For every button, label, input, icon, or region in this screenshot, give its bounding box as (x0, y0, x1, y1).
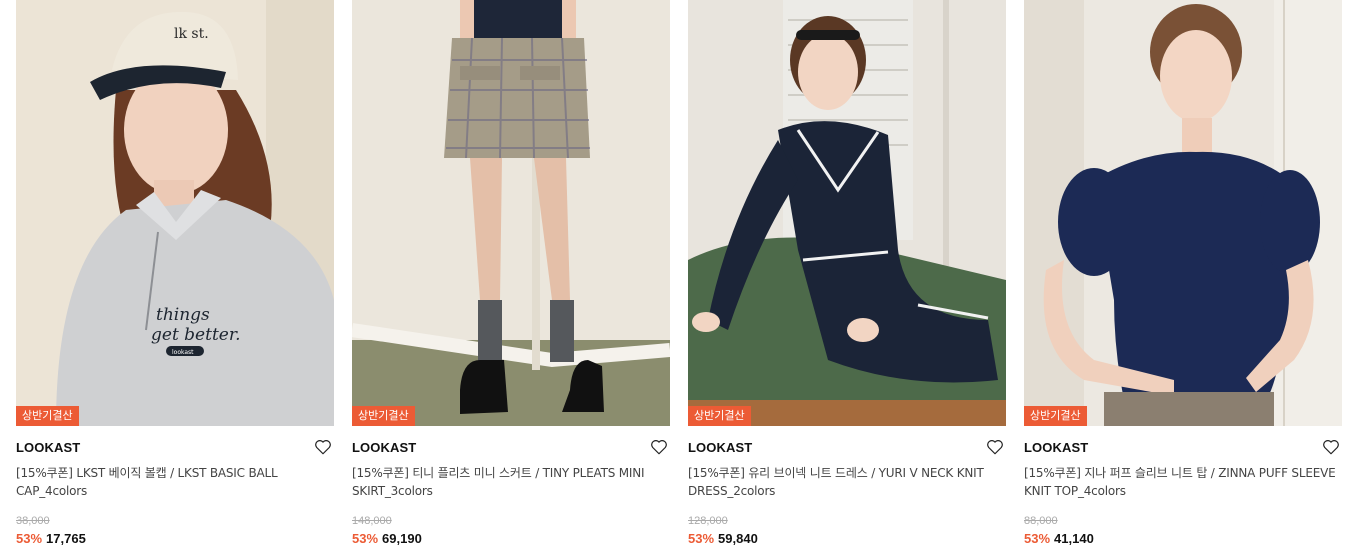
product-card[interactable]: 상반기결산 LOOKAST [15%쿠폰] 티니 플리츠 미니 스커트 / TI… (352, 0, 670, 549)
cap-logo: lk st. (174, 26, 209, 42)
price-row: 53% 41,140 (1024, 531, 1342, 547)
product-info: LOOKAST [15%쿠폰] 티니 플리츠 미니 스커트 / TINY PLE… (352, 426, 670, 547)
sale-price: 17,765 (46, 531, 86, 546)
sale-badge: 상반기결산 (352, 406, 415, 426)
shirt-print-line2: get better. (151, 325, 241, 345)
product-image[interactable]: 상반기결산 (1024, 0, 1342, 426)
product-grid: lk st. things get better. lookast 상반기결산 … (0, 0, 1347, 549)
shirt-patch-text: lookast (172, 349, 194, 356)
product-photo-knit-dress (688, 0, 1006, 426)
original-price: 88,000 (1024, 515, 1058, 527)
brand-name[interactable]: LOOKAST (688, 440, 1006, 456)
price-row: 53% 69,190 (352, 531, 670, 547)
original-price: 128,000 (688, 515, 728, 527)
product-info: LOOKAST [15%쿠폰] 지나 퍼프 슬리브 니트 탑 / ZINNA P… (1024, 426, 1342, 547)
product-info: LOOKAST [15%쿠폰] LKST 베이직 볼캡 / LKST BASIC… (16, 426, 334, 547)
price-row: 53% 17,765 (16, 531, 334, 547)
original-price: 38,000 (16, 515, 50, 527)
product-name[interactable]: [15%쿠폰] LKST 베이직 볼캡 / LKST BASIC BALL CA… (16, 464, 334, 500)
brand-name[interactable]: LOOKAST (16, 440, 334, 456)
product-image[interactable]: 상반기결산 (352, 0, 670, 426)
product-photo-plaid-skirt (352, 0, 670, 426)
heart-icon[interactable] (1322, 438, 1340, 456)
product-name[interactable]: [15%쿠폰] 지나 퍼프 슬리브 니트 탑 / ZINNA PUFF SLEE… (1024, 464, 1342, 500)
discount-rate: 53% (352, 531, 379, 546)
product-photo-puff-knit-top (1024, 0, 1342, 426)
product-image[interactable]: 상반기결산 (688, 0, 1006, 426)
product-info: LOOKAST [15%쿠폰] 유리 브이넥 니트 드레스 / YURI V N… (688, 426, 1006, 547)
sale-price: 59,840 (718, 531, 758, 546)
heart-icon[interactable] (650, 438, 668, 456)
product-card[interactable]: 상반기결산 LOOKAST [15%쿠폰] 유리 브이넥 니트 드레스 / YU… (688, 0, 1006, 549)
sale-price: 41,140 (1054, 531, 1094, 546)
price-row: 53% 59,840 (688, 531, 1006, 547)
discount-rate: 53% (1024, 531, 1051, 546)
discount-rate: 53% (688, 531, 715, 546)
original-price: 148,000 (352, 515, 392, 527)
sale-badge: 상반기결산 (688, 406, 751, 426)
sale-price: 69,190 (382, 531, 422, 546)
product-name[interactable]: [15%쿠폰] 티니 플리츠 미니 스커트 / TINY PLEATS MINI… (352, 464, 670, 500)
product-card[interactable]: 상반기결산 LOOKAST [15%쿠폰] 지나 퍼프 슬리브 니트 탑 / Z… (1024, 0, 1342, 549)
product-name[interactable]: [15%쿠폰] 유리 브이넥 니트 드레스 / YURI V NECK KNIT… (688, 464, 1006, 500)
product-photo-cap-sweatshirt: lk st. things get better. lookast (16, 0, 334, 426)
discount-rate: 53% (16, 531, 43, 546)
product-card[interactable]: lk st. things get better. lookast 상반기결산 … (16, 0, 334, 549)
sale-badge: 상반기결산 (1024, 406, 1087, 426)
heart-icon[interactable] (986, 438, 1004, 456)
product-image[interactable]: lk st. things get better. lookast 상반기결산 (16, 0, 334, 426)
shirt-print-line1: things (156, 305, 210, 325)
brand-name[interactable]: LOOKAST (1024, 440, 1342, 456)
sale-badge: 상반기결산 (16, 406, 79, 426)
brand-name[interactable]: LOOKAST (352, 440, 670, 456)
heart-icon[interactable] (314, 438, 332, 456)
